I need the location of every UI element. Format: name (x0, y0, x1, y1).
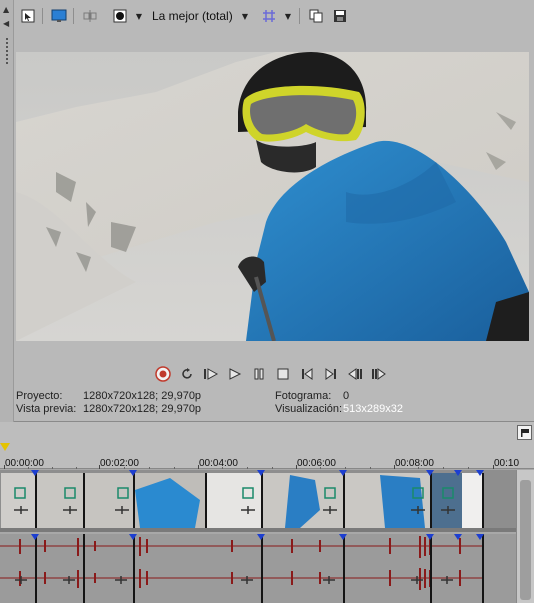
loop-icon (182, 368, 192, 379)
previous-frame-button[interactable] (346, 365, 364, 383)
save-snapshot-icon (334, 10, 346, 22)
video-preview-window: ▲ ◀ ▼ La mejor (total) ▼ ▼ Proyecto: 128… (0, 0, 534, 422)
preview-dock-rail[interactable]: ▲ ◀ (0, 0, 14, 422)
project-label: Proyecto: (16, 390, 63, 402)
loop-button[interactable] (178, 365, 196, 383)
preview-frame-image (16, 52, 529, 341)
preview-properties-icon (21, 9, 35, 23)
preview-properties-button[interactable] (18, 6, 38, 26)
preview-res-value: 1280x720x128; 29,970p (83, 403, 202, 415)
pause-button[interactable] (250, 365, 268, 383)
preview-video-frame[interactable] (16, 52, 529, 341)
previous-frame-icon (348, 368, 362, 380)
display-value: 513x289x32 (343, 403, 403, 415)
adjust-size-button[interactable] (110, 6, 130, 26)
copy-snapshot-icon (309, 9, 323, 23)
split-screen-button[interactable] (80, 6, 100, 26)
playhead-marker-icon[interactable] (0, 443, 10, 451)
play-icon (229, 368, 242, 380)
overlays-dropdown[interactable]: ▼ (283, 6, 293, 26)
save-snapshot-button[interactable] (330, 6, 350, 26)
chevron-down-icon: ▼ (284, 11, 292, 21)
play-from-start-button[interactable] (202, 365, 220, 383)
adjust-size-icon (113, 9, 127, 23)
ruler-label: 00:00:00 (5, 458, 44, 469)
preview-info-panel: Proyecto: 1280x720x128; 29,970p Vista pr… (14, 390, 534, 420)
project-value: 1280x720x128; 29,970p (83, 390, 202, 402)
play-button[interactable] (226, 365, 244, 383)
ruler-label: 00:04:00 (199, 458, 238, 469)
frame-value: 0 (343, 390, 350, 402)
pause-icon (254, 368, 264, 380)
collapse-arrow-up-icon[interactable]: ▲ (3, 6, 9, 14)
scrollbar-thumb[interactable] (520, 480, 531, 600)
preview-toolbar: ▼ La mejor (total) ▼ ▼ (14, 4, 534, 28)
go-to-end-icon (325, 368, 336, 380)
marker-flag-icon (520, 428, 529, 437)
preview-res-label: Vista previa: (16, 403, 77, 415)
go-to-start-button[interactable] (298, 365, 316, 383)
ruler-label: 00:02:00 (100, 458, 139, 469)
stop-icon (277, 368, 289, 380)
split-screen-icon (83, 10, 97, 22)
timeline-vertical-scrollbar[interactable] (516, 470, 534, 603)
external-monitor-button[interactable] (49, 6, 69, 26)
overlays-icon (263, 10, 275, 22)
collapse-arrow-left-icon[interactable]: ◀ (3, 20, 9, 28)
marker-button[interactable] (517, 425, 532, 440)
next-frame-button[interactable] (370, 365, 388, 383)
copy-snapshot-button[interactable] (306, 6, 326, 26)
stop-button[interactable] (274, 365, 292, 383)
external-monitor-icon (51, 9, 67, 22)
chevron-down-icon: ▼ (135, 11, 143, 21)
ruler-label: 00:08:00 (395, 458, 434, 469)
go-to-start-icon (302, 368, 313, 380)
quality-dropdown[interactable]: ▼ (240, 6, 250, 26)
timeline-panel: 00:00:00 00:02:00 00:04:00 00:06:00 00:0… (0, 423, 534, 603)
go-to-end-button[interactable] (322, 365, 340, 383)
ruler-label: 00:06:00 (297, 458, 336, 469)
next-frame-icon (372, 368, 386, 380)
video-events-strip (0, 470, 516, 532)
time-ruler[interactable]: 00:00:00 00:02:00 00:04:00 00:06:00 00:0… (0, 423, 534, 469)
frame-label: Fotograma: (275, 390, 332, 402)
audio-waveform-strip (0, 534, 516, 603)
play-from-start-icon (204, 368, 219, 380)
adjust-size-dropdown[interactable]: ▼ (134, 6, 144, 26)
overlays-button[interactable] (259, 6, 279, 26)
preview-quality-select[interactable]: La mejor (total) (152, 9, 233, 23)
display-label: Visualización: (275, 403, 343, 415)
transport-bar (14, 364, 534, 384)
ruler-label: 00:10 (494, 458, 520, 469)
chevron-down-icon: ▼ (241, 11, 249, 21)
record-icon (155, 366, 171, 382)
video-track[interactable] (0, 470, 516, 532)
audio-track[interactable] (0, 534, 516, 603)
dock-grip-icon[interactable] (6, 38, 8, 64)
record-button[interactable] (154, 365, 172, 383)
